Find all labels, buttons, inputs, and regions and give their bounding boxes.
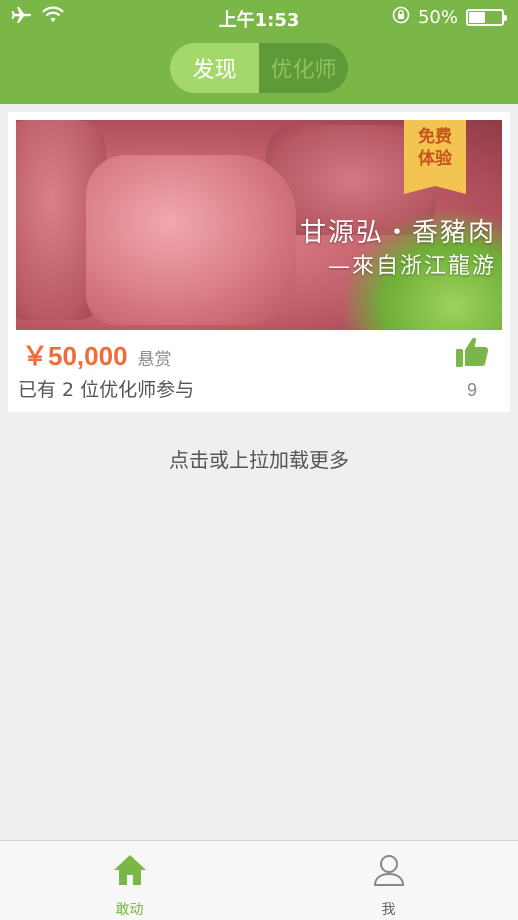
load-more-button[interactable]: 点击或上拉加载更多: [0, 444, 518, 473]
ribbon-line2: 体验: [418, 149, 452, 169]
participants-text: 已有 2 位优化师参与: [18, 379, 195, 401]
status-right: 50%: [392, 6, 507, 29]
home-icon: [112, 855, 148, 891]
like-button[interactable]: 9: [454, 336, 490, 401]
user-icon: [372, 855, 406, 891]
tab-gandong[interactable]: 敢动: [0, 853, 259, 919]
segment-discover[interactable]: 发现: [170, 43, 259, 93]
banner-image[interactable]: 免费 体验 甘源弘・香豬肉 —來自浙江龍游: [16, 120, 502, 330]
status-bar: 上午1:53 50%: [0, 0, 518, 36]
reward-label: 悬赏: [137, 350, 172, 370]
segmented-control: 发现 优化师: [170, 43, 348, 93]
price-row: ￥50,000 悬赏: [22, 336, 172, 373]
free-trial-ribbon: 免费 体验: [404, 120, 466, 194]
orientation-lock-icon: [392, 6, 410, 29]
app-header: 上午1:53 50% 发现 优化师: [0, 0, 518, 104]
like-count: 9: [466, 380, 477, 400]
battery-fill: [469, 12, 485, 23]
thumbs-up-icon: [455, 337, 489, 372]
ribbon-line1: 免费: [418, 127, 452, 147]
price-amount: ￥50,000: [22, 341, 128, 371]
tab-bar: 敢动 我: [0, 840, 518, 920]
meat-chunk: [86, 155, 296, 325]
tab-me[interactable]: 我: [259, 853, 518, 919]
task-card[interactable]: 免费 体验 甘源弘・香豬肉 —來自浙江龍游 ￥50,000 悬赏 已有 2 位优…: [8, 112, 510, 412]
tab-label: 我: [381, 902, 396, 918]
banner-subtitle: —來自浙江龍游: [327, 254, 496, 279]
banner-title: 甘源弘・香豬肉: [299, 218, 496, 248]
battery-percent: 50%: [417, 7, 458, 28]
battery-icon: [466, 9, 507, 26]
tab-label: 敢动: [115, 902, 144, 918]
segment-optimizer[interactable]: 优化师: [259, 43, 348, 93]
